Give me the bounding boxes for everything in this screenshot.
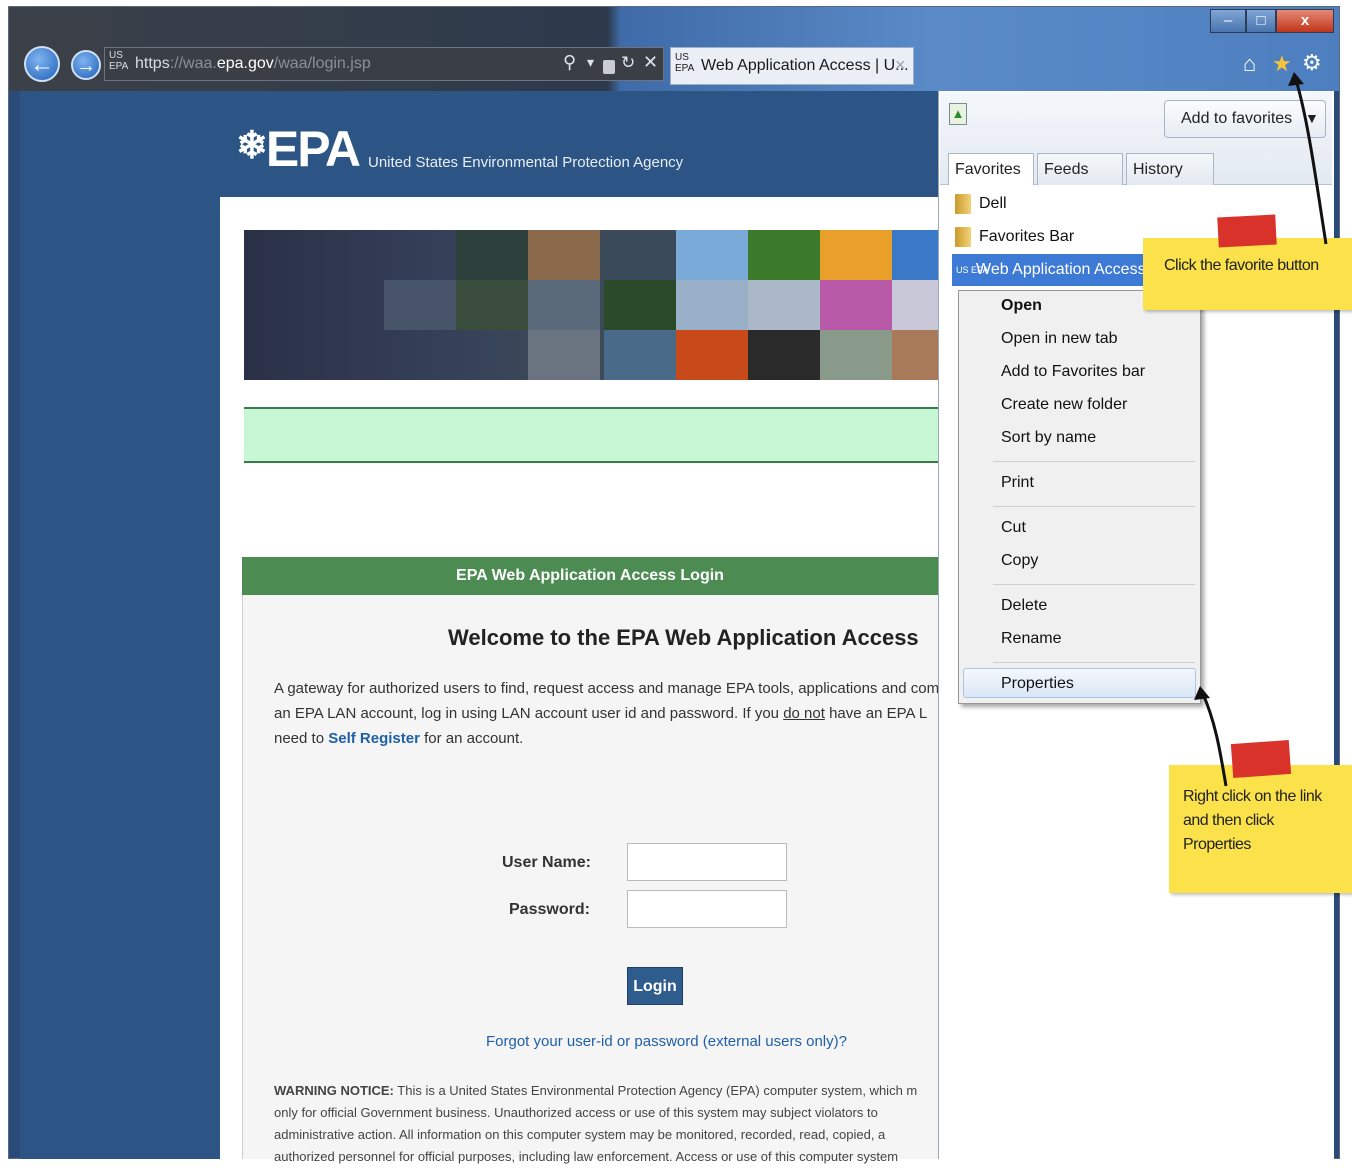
arrow-to-properties xyxy=(1200,691,1228,787)
arrowhead-icon xyxy=(1194,686,1210,700)
annotation-arrows xyxy=(1194,72,1328,787)
arrow-to-favorites-button xyxy=(1294,79,1328,245)
arrowhead-icon xyxy=(1288,72,1304,86)
